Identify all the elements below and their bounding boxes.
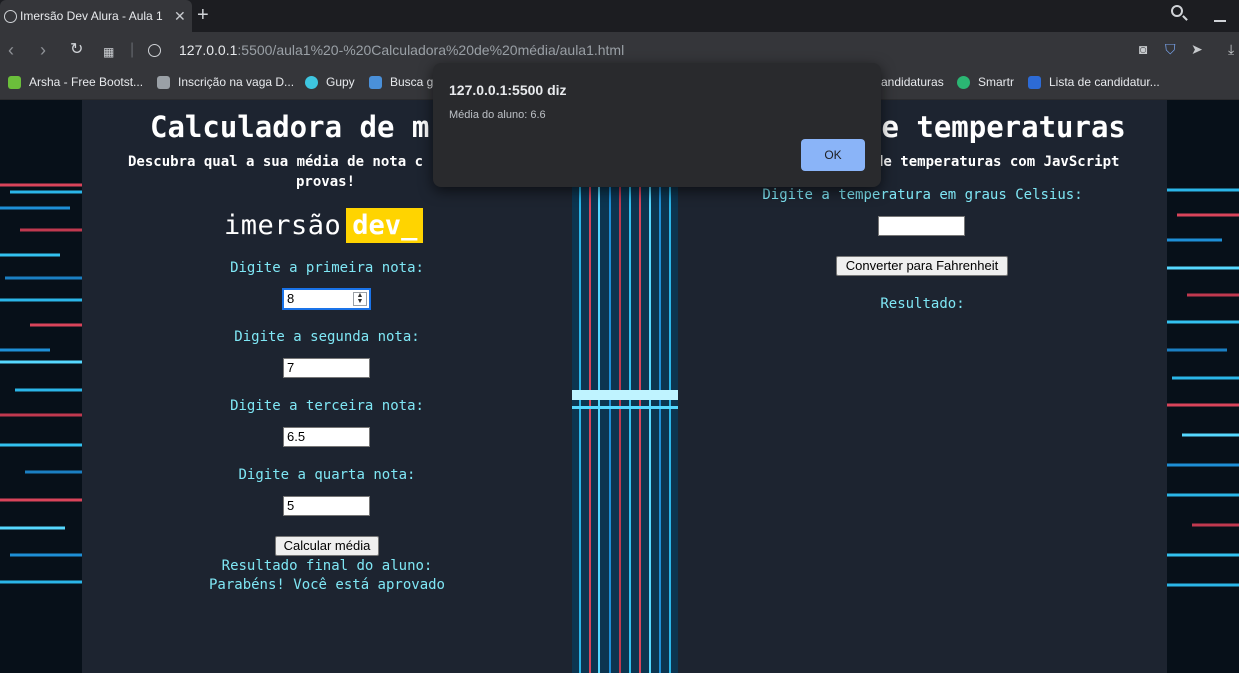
- background-image-right: [1167, 100, 1239, 673]
- close-icon[interactable]: ✕: [174, 8, 186, 25]
- ok-button[interactable]: OK: [801, 139, 865, 171]
- url-path: :5500/aula1%20-%20Calculadora%20de%20méd…: [237, 42, 625, 58]
- url-host: 127.0.0.1: [179, 42, 238, 58]
- reload-icon[interactable]: ↻: [70, 40, 83, 60]
- alert-dialog: 127.0.0.1:5500 diz Média do aluno: 6.6 O…: [433, 63, 881, 187]
- logo-text: imersão: [224, 209, 342, 241]
- first-grade-value: 8: [287, 291, 295, 306]
- bookmark-label: Inscrição na vaga D...: [178, 75, 295, 89]
- imersao-dev-logo: imersão dev_: [224, 205, 424, 245]
- search-tabs-icon[interactable]: [1171, 5, 1183, 17]
- background-image-left: [0, 100, 82, 673]
- smartr-icon: [957, 75, 970, 89]
- bookmark-item[interactable]: Gupy: [305, 75, 355, 89]
- convert-fahrenheit-button[interactable]: Converter para Fahrenheit: [836, 256, 1008, 276]
- shield-icon[interactable]: ⛉: [1165, 41, 1176, 58]
- back-arrow-icon[interactable]: ‹: [8, 40, 14, 60]
- celsius-input[interactable]: [878, 216, 965, 236]
- dialog-title: 127.0.0.1:5500 diz: [449, 82, 567, 98]
- first-grade-label: Digite a primeira nota:: [230, 260, 424, 276]
- second-grade-input[interactable]: 7: [283, 358, 370, 378]
- tabs-grid-icon[interactable]: ▦: [103, 42, 114, 62]
- bookmark-item[interactable]: andidaturas: [881, 75, 944, 89]
- address-bar[interactable]: 127.0.0.1:5500/aula1%20-%20Calculadora%2…: [148, 39, 624, 61]
- bookmark-label: Smartr: [978, 75, 1014, 89]
- tab-title: Imersão Dev Alura - Aula 1: [20, 9, 163, 23]
- bookmark-label: Gupy: [326, 75, 355, 89]
- bookmark-label: Lista de candidatur...: [1049, 75, 1160, 89]
- forward-arrow-icon[interactable]: ›: [40, 40, 46, 60]
- fourth-grade-input[interactable]: 5: [283, 496, 370, 516]
- leaf-icon: [8, 75, 21, 89]
- send-icon[interactable]: ➤: [1191, 41, 1203, 58]
- background-image-center: [572, 180, 678, 673]
- cube-icon: [157, 75, 170, 89]
- second-grade-label: Digite a segunda nota:: [234, 329, 420, 345]
- result-value: Parabéns! Você está aprovado: [208, 577, 445, 593]
- download-icon[interactable]: ⤓: [1228, 41, 1234, 58]
- celsius-label: Digite a temperatura em graus Celsius:: [762, 187, 1083, 203]
- bookmark-label: andidaturas: [881, 75, 944, 89]
- converter-title: de temperaturas: [864, 110, 1126, 144]
- converter-subtitle: de temperaturas com JavScript: [875, 154, 1120, 170]
- link-icon: [369, 75, 382, 89]
- bookmark-item[interactable]: Smartr: [957, 75, 1014, 89]
- divider: |: [130, 41, 135, 58]
- bookmark-item[interactable]: Busca g: [369, 75, 433, 89]
- gupy-icon: [305, 75, 318, 89]
- calculate-average-button[interactable]: Calcular média: [275, 536, 379, 556]
- logo-highlight: dev_: [346, 207, 424, 243]
- fourth-grade-label: Digite a quarta nota:: [238, 467, 416, 483]
- number-spinner[interactable]: ▲ ▼: [353, 292, 367, 306]
- globe-icon: [4, 9, 17, 23]
- result-label: Resultado final do aluno:: [221, 558, 433, 574]
- bookmark-label: Arsha - Free Bootst...: [29, 75, 144, 89]
- bookmark-item[interactable]: Inscrição na vaga D...: [157, 75, 294, 89]
- bookmark-label: Busca g: [390, 75, 434, 89]
- bookmark-item[interactable]: Arsha - Free Bootst...: [8, 75, 143, 89]
- tab-bar: Imersão Dev Alura - Aula 1 ✕ +: [0, 0, 1239, 32]
- camera-icon[interactable]: ◙: [1139, 41, 1147, 57]
- bookmark-item[interactable]: Lista de candidatur...: [1028, 75, 1160, 89]
- converter-result-label: Resultado:: [880, 296, 965, 312]
- minimize-button[interactable]: [1214, 20, 1226, 22]
- browser-tab[interactable]: Imersão Dev Alura - Aula 1 ✕: [0, 0, 192, 32]
- calculator-title: Calculadora de m: [150, 110, 430, 144]
- third-grade-label: Digite a terceira nota:: [230, 398, 424, 414]
- dialog-message: Média do aluno: 6.6: [449, 109, 546, 121]
- new-tab-button[interactable]: +: [197, 4, 209, 26]
- third-grade-input[interactable]: 6.5: [283, 427, 370, 447]
- list-icon: [1028, 75, 1041, 89]
- first-grade-input[interactable]: 8 ▲ ▼: [282, 288, 371, 310]
- site-info-icon[interactable]: [148, 43, 161, 57]
